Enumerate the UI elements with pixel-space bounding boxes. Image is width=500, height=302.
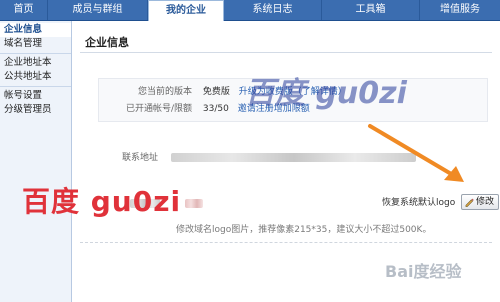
dashed-divider bbox=[80, 242, 492, 243]
sidebar-group: 帐号设置 分级管理员 bbox=[0, 87, 71, 119]
accounts-label: 已开通帐号/限额 bbox=[125, 104, 192, 114]
modify-button[interactable]: 修改 bbox=[461, 194, 499, 210]
sidebar-item-sub-admins[interactable]: 分级管理员 bbox=[0, 103, 71, 117]
plan-value: 免费版 bbox=[202, 87, 230, 97]
main-content: 企业信息 您当前的版本 免费版 升级为收费版（了解详情） 已开通帐号/限额 33… bbox=[80, 30, 499, 302]
address-row: 联系地址 bbox=[98, 152, 416, 164]
sidebar-item-public-addressbook[interactable]: 公共地址本 bbox=[0, 70, 71, 84]
modify-button-label: 修改 bbox=[476, 197, 495, 207]
restore-logo-link[interactable]: 恢复系统默认logo bbox=[382, 197, 455, 209]
tab-home[interactable]: 首页 bbox=[0, 0, 48, 20]
sidebar-item-enterprise-info[interactable]: 企业信息 bbox=[0, 23, 71, 37]
top-nav: 首页 成员与群组 我的企业 系统日志 工具箱 增值服务 bbox=[0, 0, 500, 21]
address-label: 联系地址 bbox=[121, 153, 158, 163]
tab-members-groups[interactable]: 成员与群组 bbox=[48, 0, 148, 20]
sidebar-group: 企业地址本 公共地址本 bbox=[0, 54, 71, 87]
sidebar-item-domain-management[interactable]: 域名管理 bbox=[0, 37, 71, 51]
sidebar: 企业信息 域名管理 企业地址本 公共地址本 帐号设置 分级管理员 bbox=[0, 21, 72, 302]
tab-system-log[interactable]: 系统日志 bbox=[224, 0, 322, 20]
accounts-value: 33/50 bbox=[202, 104, 229, 114]
tab-my-enterprise[interactable]: 我的企业 bbox=[148, 0, 224, 21]
logo-redacted bbox=[130, 193, 204, 212]
sidebar-item-account-settings[interactable]: 帐号设置 bbox=[0, 89, 71, 103]
plan-info-box bbox=[98, 78, 488, 122]
address-value-redacted bbox=[170, 153, 416, 162]
invite-register-link[interactable]: 邀请注册增加限额 bbox=[238, 104, 310, 114]
logo-hint: 修改域名logo图片，推荐像素215*35，建议大小不超过500K。 bbox=[176, 225, 432, 235]
sidebar-group: 企业信息 域名管理 bbox=[0, 21, 71, 54]
plan-label: 您当前的版本 bbox=[137, 87, 192, 97]
accounts-row: 已开通帐号/限额 33/50 邀请注册增加限额 bbox=[98, 103, 310, 115]
plan-row: 您当前的版本 免费版 升级为收费版（了解详情） bbox=[98, 86, 347, 98]
pencil-icon bbox=[465, 198, 474, 207]
title-divider bbox=[80, 52, 492, 53]
upgrade-link[interactable]: 升级为收费版（了解详情） bbox=[239, 87, 347, 97]
sidebar-item-enterprise-addressbook[interactable]: 企业地址本 bbox=[0, 56, 71, 70]
tab-toolbox[interactable]: 工具箱 bbox=[322, 0, 420, 20]
tab-value-added[interactable]: 增值服务 bbox=[420, 0, 500, 20]
page-title: 企业信息 bbox=[85, 36, 129, 49]
